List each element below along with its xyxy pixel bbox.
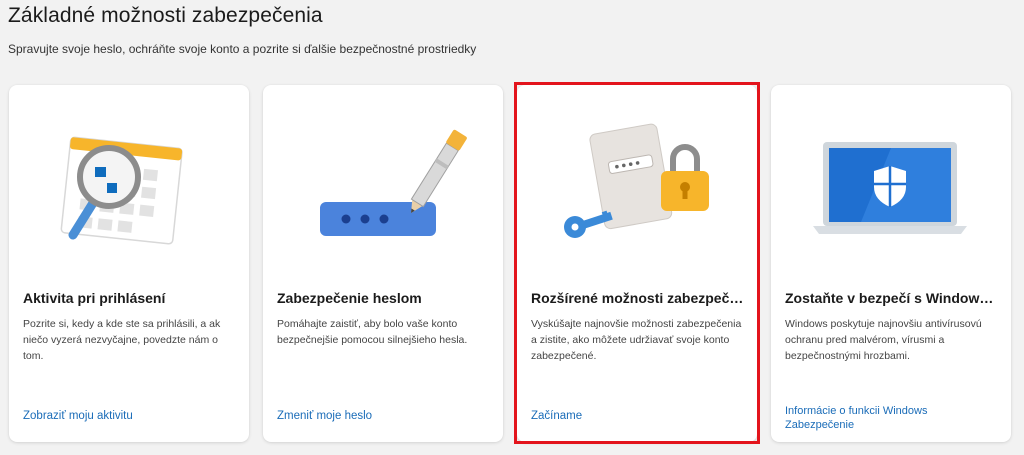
card-sign-in-activity: Aktivita pri prihlásení Pozrite si, kedy… — [9, 85, 249, 442]
card-description: Vyskúšajte najnovšie možnosti zabezpečen… — [531, 318, 742, 362]
change-password-link[interactable]: Zmeniť moje heslo — [277, 409, 489, 423]
page-subtitle: Spravujte svoje heslo, ochráňte svoje ko… — [8, 42, 477, 56]
card-windows-security: Zostaňte v bezpečí s Windowsom Windows p… — [771, 85, 1011, 442]
windows-security-info-link[interactable]: Informácie o funkcii Windows Zabezpečeni… — [785, 404, 997, 432]
card-description: Windows poskytuje najnovšiu antivírusovú… — [785, 318, 982, 362]
card-advanced-security: Rozšírené možnosti zabezpečeni… Vyskúšaj… — [517, 85, 757, 442]
view-activity-link[interactable]: Zobraziť moju aktivitu — [23, 409, 235, 423]
card-title: Zostaňte v bezpečí s Windowsom — [785, 290, 1000, 306]
laptop-shield-icon — [813, 142, 967, 234]
card-description: Pozrite si, kedy a kde ste sa prihlásili… — [23, 318, 221, 362]
calendar-magnifier-icon — [60, 136, 183, 245]
card-description: Pomáhajte zaistiť, aby bolo vaše konto b… — [277, 318, 468, 346]
card-title: Zabezpečenie heslom — [277, 290, 422, 306]
card-password-security: Zabezpečenie heslom Pomáhajte zaistiť, a… — [263, 85, 503, 442]
page-title: Základné možnosti zabezpečenia — [8, 4, 323, 27]
get-started-link[interactable]: Začíname — [531, 409, 743, 423]
password-pen-icon — [320, 129, 467, 236]
key-lock-icon — [564, 123, 709, 238]
card-title: Rozšírené možnosti zabezpečeni… — [531, 290, 746, 306]
card-title: Aktivita pri prihlásení — [23, 290, 166, 306]
